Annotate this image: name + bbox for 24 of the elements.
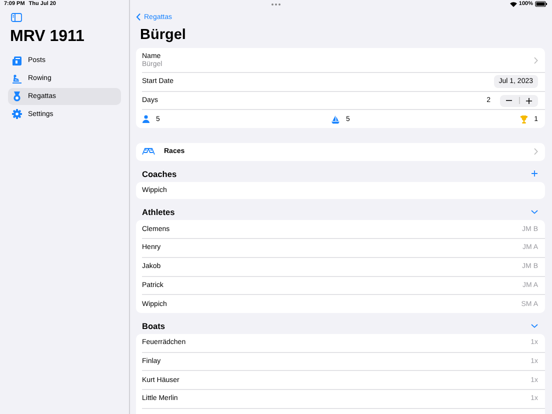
trophy-icon xyxy=(520,114,528,124)
sidebar-toggle-icon[interactable] xyxy=(11,13,22,22)
chevron-down-icon[interactable] xyxy=(531,324,538,328)
sidebar-title: MRV 1911 xyxy=(10,28,86,46)
section-header: Boats xyxy=(142,320,166,331)
person-icon xyxy=(142,115,150,124)
days-stepper[interactable] xyxy=(500,94,538,107)
minus-icon[interactable] xyxy=(506,100,512,102)
plus-icon[interactable] xyxy=(526,98,532,104)
rower-icon xyxy=(12,74,22,84)
page-title: Bürgel xyxy=(140,26,187,44)
medal-icon xyxy=(12,90,22,102)
multitasking-dots-icon[interactable] xyxy=(271,3,281,6)
settings-icon xyxy=(12,109,22,120)
newspaper-icon xyxy=(12,56,22,66)
wifi-icon xyxy=(510,2,517,6)
chevron-right-icon xyxy=(534,56,538,64)
section-header: Athletes xyxy=(142,207,175,218)
chevron-left-icon xyxy=(136,13,141,21)
chevron-right-icon xyxy=(534,148,538,156)
chevron-down-icon[interactable] xyxy=(531,210,538,214)
battery-icon xyxy=(535,1,547,7)
sailboat-icon xyxy=(331,114,340,124)
section-header: Coaches xyxy=(142,168,177,179)
